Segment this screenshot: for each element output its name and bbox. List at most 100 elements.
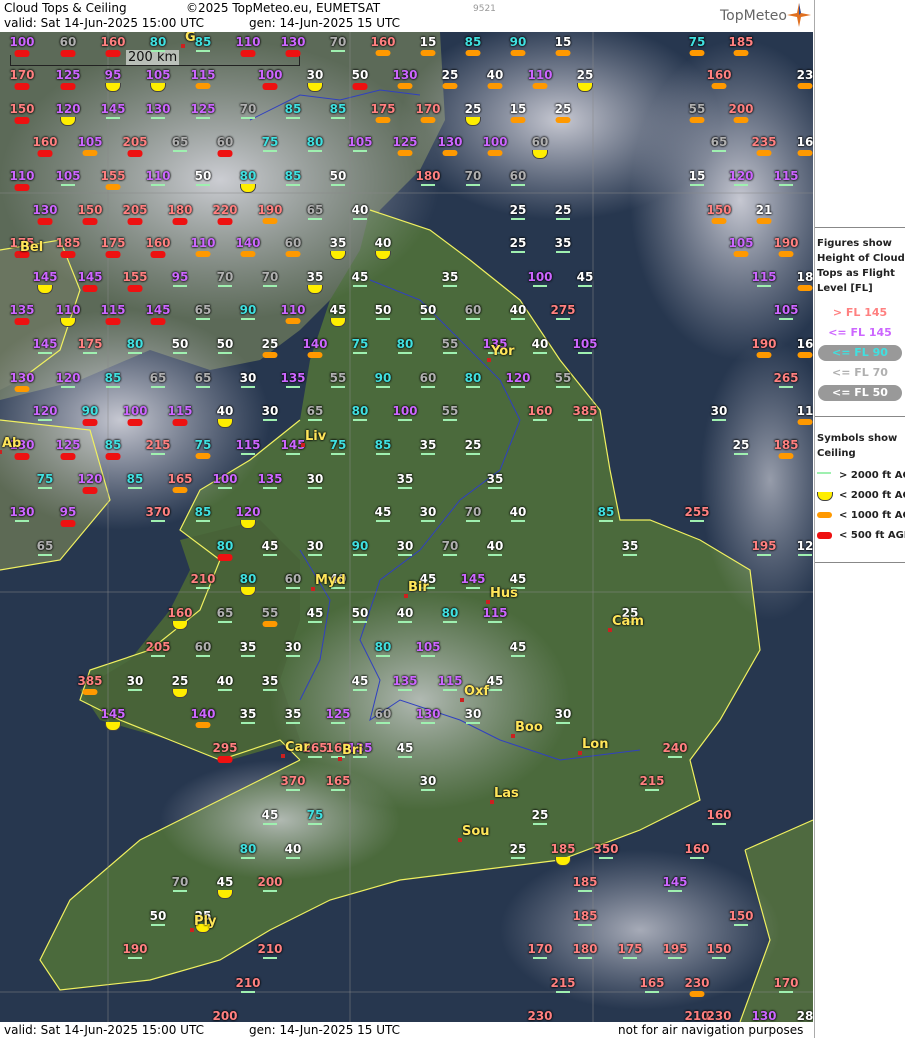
cloud-top-value: 35 bbox=[306, 270, 324, 284]
cloud-top-value: 70 bbox=[441, 539, 459, 553]
ceiling-line-icon bbox=[488, 621, 502, 623]
cloud-top-value: 110 bbox=[190, 236, 216, 250]
city-label[interactable]: Oxf bbox=[464, 684, 489, 699]
city-label[interactable]: Car bbox=[285, 740, 310, 755]
ceiling-line-icon bbox=[286, 117, 300, 119]
city-label[interactable]: Ply bbox=[194, 914, 216, 929]
ceiling-red-icon bbox=[82, 218, 98, 225]
cloud-top-value: 130 bbox=[9, 505, 35, 519]
ceiling-line-icon bbox=[466, 318, 480, 320]
cloud-top-value: 210 bbox=[190, 572, 216, 586]
ceiling-line-icon bbox=[286, 722, 300, 724]
cloud-top-value: 60 bbox=[531, 135, 549, 149]
ceiling-line-icon bbox=[196, 587, 210, 589]
city-label[interactable]: Ab bbox=[2, 436, 21, 451]
cloud-top-value: 25 bbox=[464, 102, 482, 116]
ceiling-orange-icon bbox=[285, 251, 301, 257]
city-label[interactable]: Yor bbox=[491, 344, 515, 359]
cloud-top-value: 210 bbox=[235, 976, 261, 990]
ceiling-line-icon bbox=[511, 184, 525, 186]
cloud-top-value: 50 bbox=[351, 68, 369, 82]
ceiling-red-icon bbox=[14, 50, 30, 57]
cloud-top-value: 65 bbox=[194, 303, 212, 317]
cloud-top-value: 65 bbox=[306, 404, 324, 418]
city-label[interactable]: Hus bbox=[490, 586, 518, 601]
cloud-top-value: 50 bbox=[419, 303, 437, 317]
city-label[interactable]: Boo bbox=[515, 720, 543, 735]
cloud-top-value: 130 bbox=[437, 135, 463, 149]
ceiling-line-icon bbox=[376, 722, 390, 724]
cloud-top-value: 90 bbox=[351, 539, 369, 553]
ceiling-orange-icon bbox=[375, 117, 391, 123]
ceiling-red-icon bbox=[60, 453, 76, 460]
city-label[interactable]: Bri bbox=[342, 743, 363, 758]
scale-bar-label: 200 km bbox=[126, 50, 180, 65]
cloud-top-value: 60 bbox=[284, 572, 302, 586]
cloud-top-value: 25 bbox=[554, 102, 572, 116]
cloud-top-value: 25 bbox=[531, 808, 549, 822]
cloud-top-value: 25 bbox=[464, 438, 482, 452]
cloud-top-value: 16 bbox=[796, 135, 813, 149]
city-label[interactable]: Myd bbox=[315, 573, 346, 588]
cloud-top-value: 160 bbox=[370, 35, 396, 49]
city-label[interactable]: Lon bbox=[582, 737, 608, 752]
cloud-top-value: 235 bbox=[751, 135, 777, 149]
cloud-top-value: 35 bbox=[621, 539, 639, 553]
ceiling-line-icon bbox=[398, 756, 412, 758]
ceiling-line-icon bbox=[286, 655, 300, 657]
ceiling-orange-icon bbox=[756, 352, 772, 358]
cloud-top-value: 120 bbox=[55, 102, 81, 116]
generated-time: gen: 14-Jun-2025 15 UTC bbox=[249, 16, 401, 30]
ceiling-line-icon bbox=[556, 991, 570, 993]
ceiling-orange-icon bbox=[689, 117, 705, 123]
cloud-top-value: 145 bbox=[662, 875, 688, 889]
cloud-top-value: 130 bbox=[145, 102, 171, 116]
ceiling-line-icon bbox=[353, 285, 367, 287]
cloud-top-value: 130 bbox=[751, 1009, 777, 1023]
ceiling-line-icon bbox=[466, 722, 480, 724]
city-label[interactable]: Cam bbox=[612, 614, 644, 629]
city-label[interactable]: Las bbox=[494, 786, 519, 801]
cloud-top-value: 90 bbox=[374, 371, 392, 385]
ceiling-line-icon bbox=[668, 756, 682, 758]
legend-divider bbox=[815, 227, 905, 228]
cloud-top-value: 85 bbox=[374, 438, 392, 452]
ceiling-line-icon bbox=[421, 318, 435, 320]
cloud-top-value: 175 bbox=[100, 236, 126, 250]
legend-level-label: <= FL 90 bbox=[832, 346, 888, 359]
cloud-top-value: 190 bbox=[773, 236, 799, 250]
ceiling-line-icon bbox=[196, 318, 210, 320]
city-label[interactable]: Liv bbox=[305, 429, 326, 444]
cloud-top-value: 30 bbox=[710, 404, 728, 418]
ceiling-line-icon bbox=[511, 386, 525, 388]
cloud-top-value: 105 bbox=[145, 68, 171, 82]
cloud-top-value: 30 bbox=[554, 707, 572, 721]
cloud-top-value: 255 bbox=[684, 505, 710, 519]
cloud-top-value: 23 bbox=[796, 68, 813, 82]
ceiling-line-icon bbox=[734, 924, 748, 926]
cloud-top-value: 40 bbox=[216, 674, 234, 688]
cloud-top-value: 80 bbox=[351, 404, 369, 418]
satellite-map[interactable]: 200 km 100 60 160 80 85 110 130 70 160 15 85 90 15 75… bbox=[0, 32, 813, 1022]
city-label[interactable]: Bir bbox=[408, 580, 429, 595]
legend-figures-title: Figures show Height of Cloud Tops as Fli… bbox=[817, 238, 905, 294]
cloud-top-value: 50 bbox=[329, 169, 347, 183]
cloud-top-value: 70 bbox=[261, 270, 279, 284]
cloud-top-value: 30 bbox=[261, 404, 279, 418]
cloud-top-value: 80 bbox=[149, 35, 167, 49]
city-label[interactable]: Sou bbox=[462, 824, 490, 839]
city-label[interactable]: Bel bbox=[20, 240, 43, 255]
cloud-top-value: 60 bbox=[374, 707, 392, 721]
cloud-top-value: 240 bbox=[662, 741, 688, 755]
cloud-top-value: 35 bbox=[329, 236, 347, 250]
ceiling-line-icon bbox=[38, 487, 52, 489]
ceiling-red-icon bbox=[82, 487, 98, 494]
cloud-top-value: 160 bbox=[100, 35, 126, 49]
cloud-top-value: 140 bbox=[190, 707, 216, 721]
cloud-top-value: 115 bbox=[773, 169, 799, 183]
ceiling-line-icon bbox=[690, 857, 704, 859]
cloud-top-value: 18 bbox=[796, 270, 813, 284]
city-label[interactable]: G bbox=[185, 32, 196, 45]
cloud-top-value: 100 bbox=[257, 68, 283, 82]
ceiling-red-icon bbox=[14, 83, 30, 90]
